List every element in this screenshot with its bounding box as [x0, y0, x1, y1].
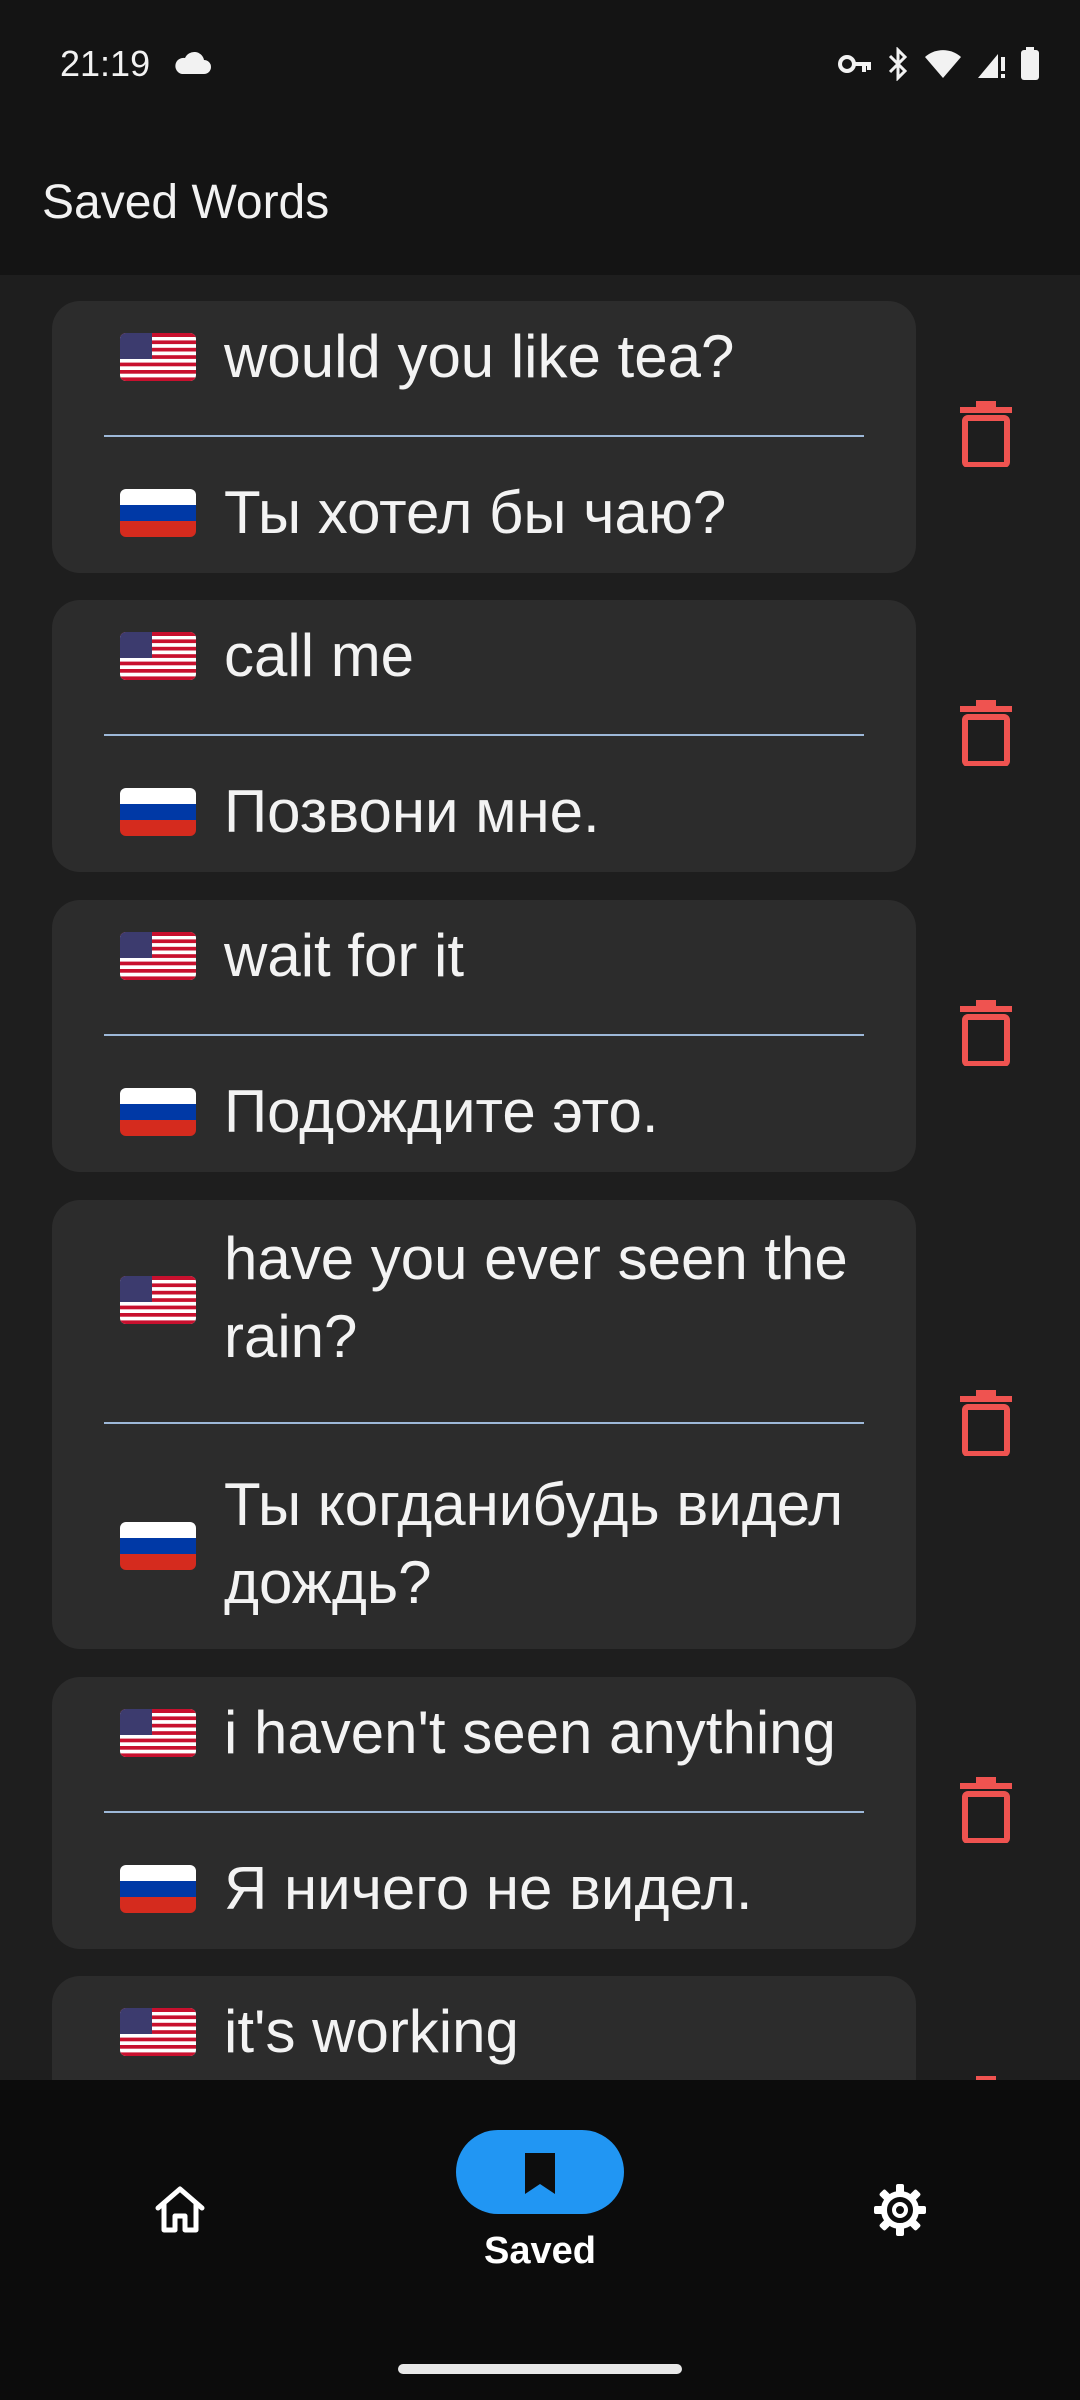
divider — [104, 734, 864, 736]
source-text: wait for it — [224, 922, 465, 989]
saved-word-row: i haven't seen anything Я ничего не виде… — [0, 1677, 1080, 1949]
bottom-nav: Saved — [0, 2080, 1080, 2400]
status-icons — [838, 44, 1040, 84]
saved-word-row: wait for it Подождите это. — [0, 900, 1080, 1172]
us-flag-icon — [120, 1709, 196, 1757]
source-phrase: would you like tea? — [52, 301, 916, 413]
source-text: i haven't seen anything — [224, 1699, 836, 1766]
saved-word-card[interactable]: have you ever seen the rain? Ты когданиб… — [52, 1200, 916, 1649]
us-flag-icon — [120, 333, 196, 381]
target-text: Ты когданибудь видел дождь? — [224, 1471, 844, 1616]
target-phrase: Позвони мне. — [52, 760, 916, 872]
delete-icon[interactable] — [958, 700, 1014, 766]
nav-saved[interactable]: Saved — [360, 2080, 720, 2340]
saved-word-card[interactable]: wait for it Подождите это. — [52, 900, 916, 1172]
target-text: Ты хотел бы чаю? — [224, 479, 727, 546]
delete-icon[interactable] — [958, 1000, 1014, 1066]
battery-icon — [1021, 47, 1039, 80]
app-bar: Saved Words — [0, 125, 1080, 275]
target-text: Позвони мне. — [224, 778, 600, 845]
target-phrase: Ты хотел бы чаю? — [52, 461, 916, 573]
saved-active-indicator — [456, 2130, 624, 2214]
gesture-bar[interactable] — [398, 2364, 682, 2374]
saved-word-row: have you ever seen the rain? Ты когданиб… — [0, 1200, 1080, 1649]
nav-settings[interactable] — [720, 2080, 1080, 2340]
divider — [104, 1422, 864, 1424]
status-time: 21:19 — [60, 43, 151, 84]
source-text: would you like tea? — [224, 323, 735, 390]
saved-word-row: it's working — [0, 1976, 1080, 2080]
us-flag-icon — [120, 632, 196, 680]
source-phrase: have you ever seen the rain? — [52, 1200, 916, 1400]
source-text: have you ever seen the rain? — [224, 1225, 848, 1370]
saved-word-row: call me Позвони мне. — [0, 600, 1080, 872]
source-text: it's working — [224, 1998, 519, 2065]
nav-home[interactable] — [0, 2080, 360, 2340]
delete-icon[interactable] — [958, 1777, 1014, 1843]
divider — [104, 435, 864, 437]
home-icon — [155, 2186, 205, 2233]
saved-word-card[interactable]: i haven't seen anything Я ничего не виде… — [52, 1677, 916, 1949]
page-title: Saved Words — [42, 176, 330, 229]
target-phrase: Подождите это. — [52, 1060, 916, 1172]
ru-flag-icon — [120, 1865, 196, 1913]
ru-flag-icon — [120, 1522, 196, 1570]
ru-flag-icon — [120, 489, 196, 537]
gear-icon — [874, 2184, 926, 2236]
us-flag-icon — [120, 932, 196, 980]
divider — [104, 1034, 864, 1036]
ru-flag-icon — [120, 788, 196, 836]
saved-words-list[interactable]: would you like tea? Ты хотел бы чаю? cal — [0, 275, 1080, 2080]
target-phrase: Я ничего не видел. — [52, 1837, 916, 1949]
vpn-key-icon — [838, 55, 871, 73]
source-phrase: call me — [52, 600, 916, 712]
ru-flag-icon — [120, 1088, 196, 1136]
nav-saved-label: Saved — [484, 2230, 596, 2272]
signal-icon — [978, 54, 1005, 78]
wifi-icon — [925, 50, 961, 78]
saved-word-card[interactable]: call me Позвони мне. — [52, 600, 916, 872]
us-flag-icon — [120, 2008, 196, 2056]
saved-word-card[interactable]: it's working — [52, 1976, 916, 2080]
source-text: call me — [224, 622, 415, 689]
target-text: Я ничего не видел. — [224, 1855, 753, 1922]
cloud-icon — [175, 51, 211, 74]
bluetooth-icon — [888, 47, 908, 81]
delete-icon[interactable] — [958, 1390, 1014, 1456]
source-phrase: it's working — [52, 1976, 916, 2080]
us-flag-icon — [120, 1276, 196, 1324]
divider — [104, 1811, 864, 1813]
source-phrase: wait for it — [52, 900, 916, 1012]
delete-icon[interactable] — [958, 401, 1014, 467]
saved-word-row: would you like tea? Ты хотел бы чаю? — [0, 301, 1080, 573]
saved-word-card[interactable]: would you like tea? Ты хотел бы чаю? — [52, 301, 916, 573]
bookmark-icon — [525, 2153, 555, 2194]
source-phrase: i haven't seen anything — [52, 1677, 916, 1789]
status-bar: 21:19 — [0, 0, 1080, 125]
target-phrase: Ты когданибудь видел дождь? — [52, 1446, 916, 1649]
target-text: Подождите это. — [224, 1078, 659, 1145]
